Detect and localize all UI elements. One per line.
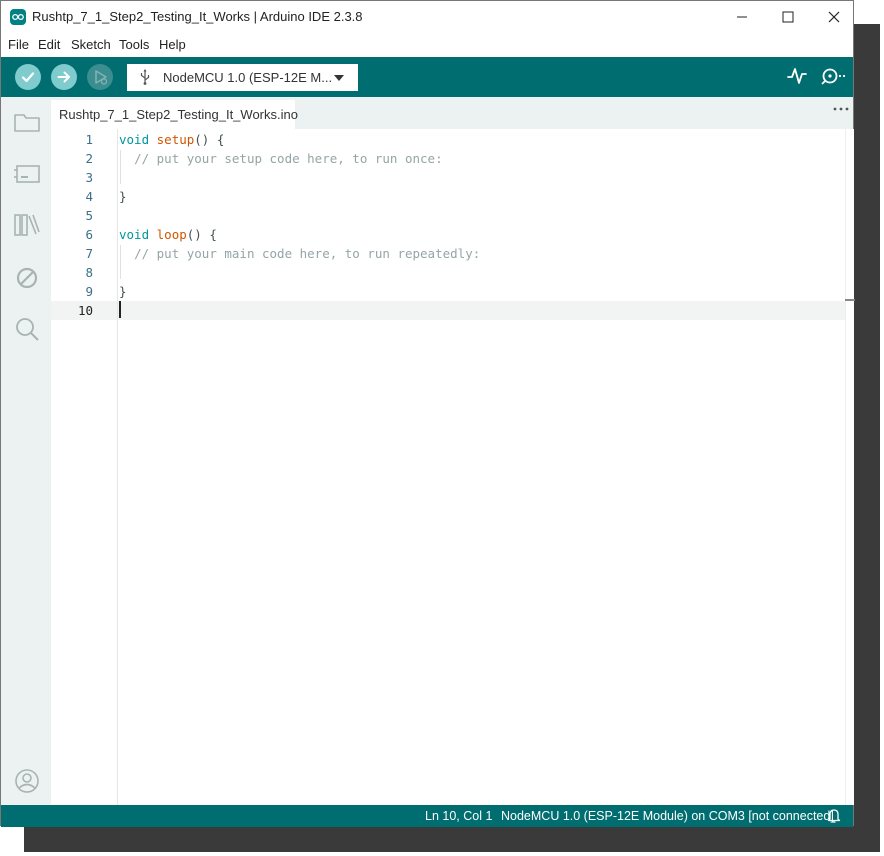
code-token: void	[119, 132, 150, 147]
code-line[interactable]: 5	[51, 206, 845, 225]
line-number: 7	[85, 246, 93, 261]
code-text: // put your setup code here, to run once…	[119, 149, 443, 168]
code-line[interactable]: 3	[51, 168, 845, 187]
upload-button[interactable]	[51, 64, 77, 90]
code-token: void	[119, 227, 150, 242]
code-text: void setup() {	[119, 130, 224, 149]
usb-icon	[140, 69, 150, 85]
editor-tab[interactable]: Rushtp_7_1_Step2_Testing_It_Works.ino	[51, 100, 298, 129]
bell-icon[interactable]	[827, 808, 841, 823]
indent-guide	[120, 245, 121, 279]
indent-guide	[120, 150, 121, 184]
line-number: 10	[77, 303, 93, 318]
boards-manager-button[interactable]	[13, 159, 41, 192]
menu-bar: File Edit Sketch Tools Help	[1, 32, 853, 57]
arrow-right-icon	[57, 71, 70, 83]
window-title: Rushtp_7_1_Step2_Testing_It_Works | Ardu…	[32, 9, 363, 24]
code-line[interactable]: 9}	[51, 282, 845, 301]
menu-edit[interactable]: Edit	[38, 37, 60, 52]
chevron-down-icon	[334, 75, 344, 81]
minimize-button[interactable]	[719, 1, 765, 32]
code-line[interactable]: 1 void setup() {	[51, 130, 845, 149]
code-line[interactable]: 7 // put your main code here, to run rep…	[51, 244, 845, 263]
debug-panel-button[interactable]	[13, 264, 41, 297]
code-line[interactable]: 2 // put your setup code here, to run on…	[51, 149, 845, 168]
line-number: 8	[85, 265, 93, 280]
serial-plotter-icon	[787, 68, 807, 84]
line-number: 6	[85, 227, 93, 242]
title-bar: Rushtp_7_1_Step2_Testing_It_Works | Ardu…	[1, 1, 853, 32]
menu-tools[interactable]: Tools	[119, 37, 149, 52]
editor-tab-strip: Rushtp_7_1_Step2_Testing_It_Works.ino	[51, 97, 853, 129]
board-icon	[14, 165, 40, 183]
line-number: 1	[85, 132, 93, 147]
folder-icon	[14, 114, 40, 132]
code-line[interactable]: 4}	[51, 187, 845, 206]
menu-help[interactable]: Help	[159, 37, 186, 52]
code-token: }	[119, 189, 127, 204]
board-selector[interactable]: NodeMCU 1.0 (ESP-12E M...	[127, 64, 358, 91]
minimize-icon	[737, 16, 747, 17]
toolbar: NodeMCU 1.0 (ESP-12E M...	[1, 57, 853, 97]
line-number: 3	[85, 170, 93, 185]
editor-scrollbar[interactable]	[845, 129, 854, 805]
line-number: 4	[85, 189, 93, 204]
checkmark-icon	[21, 72, 35, 83]
code-line[interactable]: 6 void loop() {	[51, 225, 845, 244]
library-manager-button[interactable]	[13, 211, 41, 244]
arduino-ide-window: Rushtp_7_1_Step2_Testing_It_Works | Ardu…	[0, 0, 855, 827]
search-icon	[16, 318, 39, 341]
code-token: // put your setup code here, to run once…	[134, 151, 443, 166]
cursor-position[interactable]: Ln 10, Col 1	[425, 809, 492, 823]
debug-button[interactable]	[87, 64, 113, 90]
code-token: () {	[194, 132, 225, 147]
editor-tab-label: Rushtp_7_1_Step2_Testing_It_Works.ino	[59, 107, 298, 122]
library-icon	[14, 214, 40, 236]
debug-icon	[95, 70, 108, 85]
code-token: // put your main code here, to run repea…	[134, 246, 481, 261]
line-number: 9	[85, 284, 93, 299]
maximize-button[interactable]	[765, 1, 811, 32]
code-text: }	[119, 282, 127, 301]
sidebar	[1, 97, 51, 805]
sketchbook-button[interactable]	[13, 109, 41, 140]
code-line[interactable]: 8	[51, 263, 845, 282]
scrollbar-cursor-marker	[845, 299, 855, 301]
code-token: setup	[156, 132, 195, 147]
code-token: () {	[186, 227, 217, 242]
more-options-icon[interactable]	[833, 106, 849, 112]
code-text: void loop() {	[119, 225, 217, 244]
serial-monitor-button[interactable]	[820, 66, 846, 91]
account-icon	[15, 769, 39, 793]
menu-file[interactable]: File	[8, 37, 29, 52]
code-text: // put your main code here, to run repea…	[119, 244, 480, 263]
account-button[interactable]	[13, 767, 41, 800]
close-icon	[828, 11, 840, 22]
board-name: NodeMCU 1.0 (ESP-12E M...	[163, 70, 333, 85]
serial-monitor-icon	[821, 68, 846, 85]
close-button[interactable]	[811, 1, 857, 32]
code-token: loop	[156, 227, 187, 242]
maximize-icon	[782, 11, 794, 22]
status-bar: Ln 10, Col 1 NodeMCU 1.0 (ESP-12E Module…	[1, 805, 853, 827]
line-number: 2	[85, 151, 93, 166]
no-entry-icon	[16, 267, 38, 289]
code-editor[interactable]: 1 void setup() {2 // put your setup code …	[51, 129, 845, 805]
code-text: }	[119, 187, 127, 206]
line-number: 5	[85, 208, 93, 223]
search-button[interactable]	[13, 315, 41, 348]
arduino-logo-icon	[10, 9, 26, 25]
text-cursor	[119, 301, 121, 318]
gutter-divider	[117, 129, 118, 805]
code-token: }	[119, 284, 127, 299]
menu-sketch[interactable]: Sketch	[71, 37, 111, 52]
serial-plotter-button[interactable]	[787, 66, 807, 91]
code-line[interactable]: 10	[51, 301, 845, 320]
board-status[interactable]: NodeMCU 1.0 (ESP-12E Module) on COM3 [no…	[501, 809, 834, 823]
verify-button[interactable]	[15, 64, 41, 90]
